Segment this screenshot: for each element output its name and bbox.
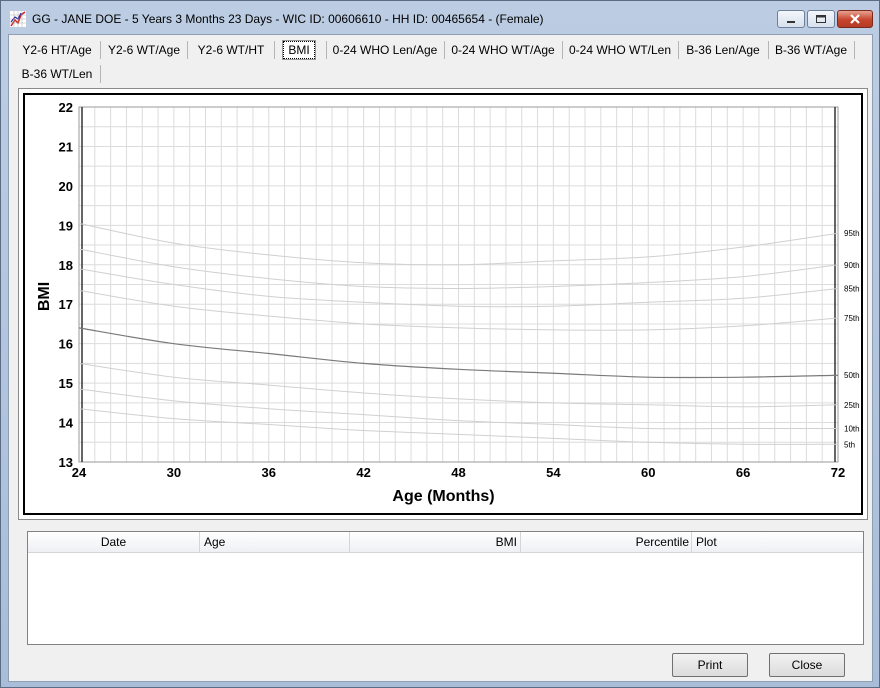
close-icon xyxy=(850,14,860,24)
maximize-icon xyxy=(816,15,826,23)
column-header-plot[interactable]: Plot xyxy=(692,532,863,552)
y-tick-label: 22 xyxy=(59,100,73,115)
percentile-label-75th: 75th xyxy=(844,314,860,323)
y-tick-label: 20 xyxy=(59,179,73,194)
percentile-label-90th: 90th xyxy=(844,261,860,270)
y-axis-title: BMI xyxy=(36,282,53,311)
tab-b-36-len-age[interactable]: B-36 Len/Age xyxy=(681,39,765,61)
y-tick-label: 17 xyxy=(59,297,73,312)
tab-0-24-who-wt-age[interactable]: 0-24 WHO WT/Age xyxy=(447,39,559,61)
close-window-button[interactable] xyxy=(837,10,873,28)
column-header-bmi[interactable]: BMI xyxy=(350,532,521,552)
x-tick-label: 54 xyxy=(546,465,561,480)
chart-frame: 95th 90th 85th 75th 50th 25th 10th 5th 24 30 36 42 4… xyxy=(18,88,868,520)
tab-bmi[interactable]: BMI xyxy=(277,39,321,61)
minimize-icon xyxy=(787,21,795,23)
column-header-date[interactable]: Date xyxy=(28,532,200,552)
close-button[interactable]: Close xyxy=(769,653,845,677)
x-tick-label: 24 xyxy=(72,465,87,480)
app-icon xyxy=(10,11,26,27)
maximize-button[interactable] xyxy=(807,10,835,28)
x-tick-label: 36 xyxy=(262,465,276,480)
print-button[interactable]: Print xyxy=(672,653,748,677)
percentile-label-50th: 50th xyxy=(844,371,860,380)
y-tick-label: 15 xyxy=(59,376,73,391)
tab-0-24-who-len-age[interactable]: 0-24 WHO Len/Age xyxy=(329,39,441,61)
y-tick-label: 21 xyxy=(59,139,73,154)
title-bar[interactable]: GG - JANE DOE - 5 Years 3 Months 23 Days… xyxy=(1,1,879,35)
chart-tabs: Y2-6 HT/Age Y2-6 WT/Age Y2-6 WT/HT BMI 0… xyxy=(9,35,872,85)
x-axis-title: Age (Months) xyxy=(392,488,494,505)
x-tick-label: 30 xyxy=(167,465,181,480)
app-window: GG - JANE DOE - 5 Years 3 Months 23 Days… xyxy=(0,0,880,688)
x-tick-label: 42 xyxy=(356,465,370,480)
x-tick-label: 66 xyxy=(736,465,750,480)
percentile-label-5th: 5th xyxy=(844,440,855,449)
minimize-button[interactable] xyxy=(777,10,805,28)
measurements-table: Date Age BMI Percentile Plot xyxy=(27,531,864,645)
y-tick-label: 19 xyxy=(59,218,73,233)
tab-y2-6-wt-age[interactable]: Y2-6 WT/Age xyxy=(104,39,184,61)
table-header: Date Age BMI Percentile Plot xyxy=(28,532,863,553)
main-panel: Y2-6 HT/Age Y2-6 WT/Age Y2-6 WT/HT BMI 0… xyxy=(8,34,873,682)
bmi-growth-chart: 95th 90th 85th 75th 50th 25th 10th 5th 24 30 36 42 4… xyxy=(36,100,860,505)
chart-area: 95th 90th 85th 75th 50th 25th 10th 5th 24 30 36 42 4… xyxy=(23,93,863,515)
column-header-age[interactable]: Age xyxy=(200,532,350,552)
window-title: GG - JANE DOE - 5 Years 3 Months 23 Days… xyxy=(32,12,544,26)
percentile-label-10th: 10th xyxy=(844,424,860,433)
tab-0-24-who-wt-len[interactable]: 0-24 WHO WT/Len xyxy=(565,39,675,61)
y-tick-label: 16 xyxy=(59,337,73,352)
tab-y2-6-ht-age[interactable]: Y2-6 HT/Age xyxy=(17,39,97,61)
y-tick-label: 14 xyxy=(59,416,74,431)
tab-b-36-wt-len[interactable]: B-36 WT/Len xyxy=(17,63,97,85)
tab-y2-6-wt-ht[interactable]: Y2-6 WT/HT xyxy=(191,39,271,61)
x-tick-label: 60 xyxy=(641,465,655,480)
percentile-label-85th: 85th xyxy=(844,284,860,293)
tab-b-36-wt-age[interactable]: B-36 WT/Age xyxy=(771,39,851,61)
percentile-label-25th: 25th xyxy=(844,401,860,410)
y-tick-label: 18 xyxy=(59,258,73,273)
x-tick-label: 48 xyxy=(451,465,465,480)
x-tick-label: 72 xyxy=(831,465,845,480)
column-header-percentile[interactable]: Percentile xyxy=(521,532,692,552)
y-tick-label: 13 xyxy=(59,455,73,470)
percentile-label-95th: 95th xyxy=(844,229,860,238)
